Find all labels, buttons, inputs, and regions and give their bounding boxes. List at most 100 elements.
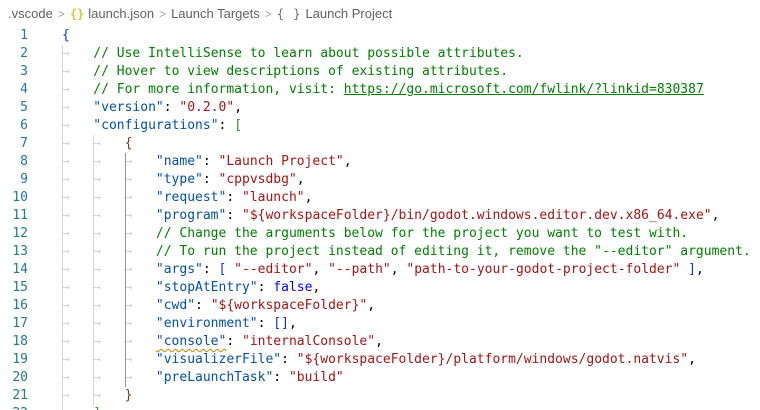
line-number[interactable]: 1 bbox=[0, 27, 28, 45]
code-token: , bbox=[367, 298, 375, 313]
tab-whitespace-icon: → bbox=[125, 369, 156, 387]
tab-whitespace-icon: → bbox=[62, 63, 93, 81]
code-line[interactable]: 1{ bbox=[0, 27, 760, 45]
breadcrumb-item-label: Launch Targets bbox=[171, 6, 260, 21]
line-number[interactable]: 3 bbox=[0, 63, 28, 81]
breadcrumb-item-launch-targets[interactable]: Launch Targets bbox=[171, 6, 260, 21]
code-token: "stopAtEntry" bbox=[156, 280, 258, 295]
line-number[interactable]: 9 bbox=[0, 171, 28, 189]
line-number[interactable]: 6 bbox=[0, 117, 28, 135]
tab-whitespace-icon: → bbox=[62, 297, 93, 315]
code-token: [] bbox=[273, 316, 289, 331]
code-token: : bbox=[258, 316, 274, 331]
code-token: // For more information, visit: bbox=[93, 82, 343, 97]
line-number[interactable]: 11 bbox=[0, 207, 28, 225]
code-token: "cwd" bbox=[156, 298, 195, 313]
line-number[interactable]: 20 bbox=[0, 369, 28, 387]
tab-whitespace-icon: → bbox=[125, 351, 156, 369]
line-number[interactable]: 12 bbox=[0, 225, 28, 243]
code-token: "request" bbox=[156, 190, 226, 205]
tab-whitespace-icon: → bbox=[93, 333, 124, 351]
indent-guide bbox=[62, 45, 63, 410]
code-line[interactable]: 13→→→// To run the project instead of ed… bbox=[0, 243, 760, 261]
code-token: "configurations" bbox=[93, 118, 218, 133]
tab-whitespace-icon: → bbox=[125, 243, 156, 261]
line-number[interactable]: 22 bbox=[0, 405, 28, 410]
code-line[interactable]: 16→→→"cwd": "${workspaceFolder}", bbox=[0, 297, 760, 315]
code-token: "console" bbox=[156, 334, 226, 349]
code-line[interactable]: 5→"version": "0.2.0", bbox=[0, 99, 760, 117]
line-number[interactable]: 10 bbox=[0, 189, 28, 207]
code-line[interactable]: 12→→→// Change the arguments below for t… bbox=[0, 225, 760, 243]
code-line[interactable]: 9→→→"type": "cppvsdbg", bbox=[0, 171, 760, 189]
code-line[interactable]: 14→→→"args": [ "--editor", "--path", "pa… bbox=[0, 261, 760, 279]
line-number[interactable]: 4 bbox=[0, 81, 28, 99]
line-number[interactable]: 18 bbox=[0, 333, 28, 351]
code-line[interactable]: 15→→→"stopAtEntry": false, bbox=[0, 279, 760, 297]
code-token: false bbox=[273, 280, 312, 295]
code-line[interactable]: 18→→→"console": "internalConsole", bbox=[0, 333, 760, 351]
comment-link[interactable]: https://go.microsoft.com/fwlink/?linkid=… bbox=[344, 82, 704, 97]
line-number[interactable]: 5 bbox=[0, 99, 28, 117]
code-line[interactable]: 17→→→"environment": [], bbox=[0, 315, 760, 333]
tab-whitespace-icon: → bbox=[62, 99, 93, 117]
code-line[interactable]: 7→→{ bbox=[0, 135, 760, 153]
tab-whitespace-icon: → bbox=[62, 405, 93, 410]
code-token: "${workspaceFolder}/bin/godot.windows.ed… bbox=[242, 208, 712, 223]
code-line[interactable]: 22→] bbox=[0, 405, 760, 410]
line-number[interactable]: 19 bbox=[0, 351, 28, 369]
line-number[interactable]: 15 bbox=[0, 279, 28, 297]
code-token: , bbox=[391, 262, 407, 277]
code-token: , bbox=[712, 208, 720, 223]
tab-whitespace-icon: → bbox=[93, 261, 124, 279]
code-line[interactable]: 11→→→"program": "${workspaceFolder}/bin/… bbox=[0, 207, 760, 225]
breadcrumb-item-label: Launch Project bbox=[305, 6, 392, 21]
code-line[interactable]: 21→→} bbox=[0, 387, 760, 405]
code-line[interactable]: 6→"configurations": [ bbox=[0, 117, 760, 135]
code-token: "--editor" bbox=[234, 262, 312, 277]
code-token bbox=[226, 262, 234, 277]
editor[interactable]: 1{2→// Use IntelliSense to learn about p… bbox=[0, 27, 760, 410]
line-number[interactable]: 13 bbox=[0, 243, 28, 261]
breadcrumb-item-launch-json[interactable]: {} launch.json bbox=[70, 6, 154, 21]
tab-whitespace-icon: → bbox=[62, 117, 93, 135]
code-token: : bbox=[164, 100, 180, 115]
code-line[interactable]: 19→→→"visualizerFile": "${workspaceFolde… bbox=[0, 351, 760, 369]
code-line[interactable]: 3→// Hover to view descriptions of exist… bbox=[0, 63, 760, 81]
code-line[interactable]: 4 →// For more information, visit: https:… bbox=[0, 81, 760, 99]
code-line[interactable]: 10→→→"request": "launch", bbox=[0, 189, 760, 207]
code-line[interactable]: 8→→→"name": "Launch Project", bbox=[0, 153, 760, 171]
tab-whitespace-icon: → bbox=[62, 153, 93, 171]
line-number[interactable]: 14 bbox=[0, 261, 28, 279]
tab-whitespace-icon: → bbox=[125, 225, 156, 243]
tab-whitespace-icon: → bbox=[62, 81, 93, 99]
code-token: "Launch Project" bbox=[219, 154, 344, 169]
code-token: [ bbox=[234, 118, 242, 133]
tab-whitespace-icon: → bbox=[62, 369, 93, 387]
tab-whitespace-icon: → bbox=[93, 297, 124, 315]
code-token: { bbox=[125, 136, 133, 151]
line-number[interactable]: 17 bbox=[0, 315, 28, 333]
tab-whitespace-icon: → bbox=[62, 171, 93, 189]
tab-whitespace-icon: → bbox=[93, 225, 124, 243]
code-token: , bbox=[289, 316, 297, 331]
line-number[interactable]: 8 bbox=[0, 153, 28, 171]
line-number[interactable]: 21 bbox=[0, 387, 28, 405]
code-token: "environment" bbox=[156, 316, 258, 331]
code-token: : bbox=[281, 352, 297, 367]
breadcrumb-item-launch-project[interactable]: { } Launch Project bbox=[277, 6, 392, 21]
code-token: "type" bbox=[156, 172, 203, 187]
json-file-icon: {} bbox=[70, 7, 84, 21]
breadcrumb-item-vscode[interactable]: .vscode bbox=[8, 6, 53, 21]
line-number[interactable]: 7 bbox=[0, 135, 28, 153]
code-token: "launch" bbox=[242, 190, 305, 205]
code-token: "${workspaceFolder}" bbox=[211, 298, 368, 313]
tab-whitespace-icon: → bbox=[62, 387, 93, 405]
code-token: "visualizerFile" bbox=[156, 352, 281, 367]
code-token: ] bbox=[688, 262, 696, 277]
code-line[interactable]: 2→// Use IntelliSense to learn about pos… bbox=[0, 45, 760, 63]
tab-whitespace-icon: → bbox=[62, 189, 93, 207]
line-number[interactable]: 2 bbox=[0, 45, 28, 63]
line-number[interactable]: 16 bbox=[0, 297, 28, 315]
code-line[interactable]: 20→→→"preLaunchTask": "build" bbox=[0, 369, 760, 387]
